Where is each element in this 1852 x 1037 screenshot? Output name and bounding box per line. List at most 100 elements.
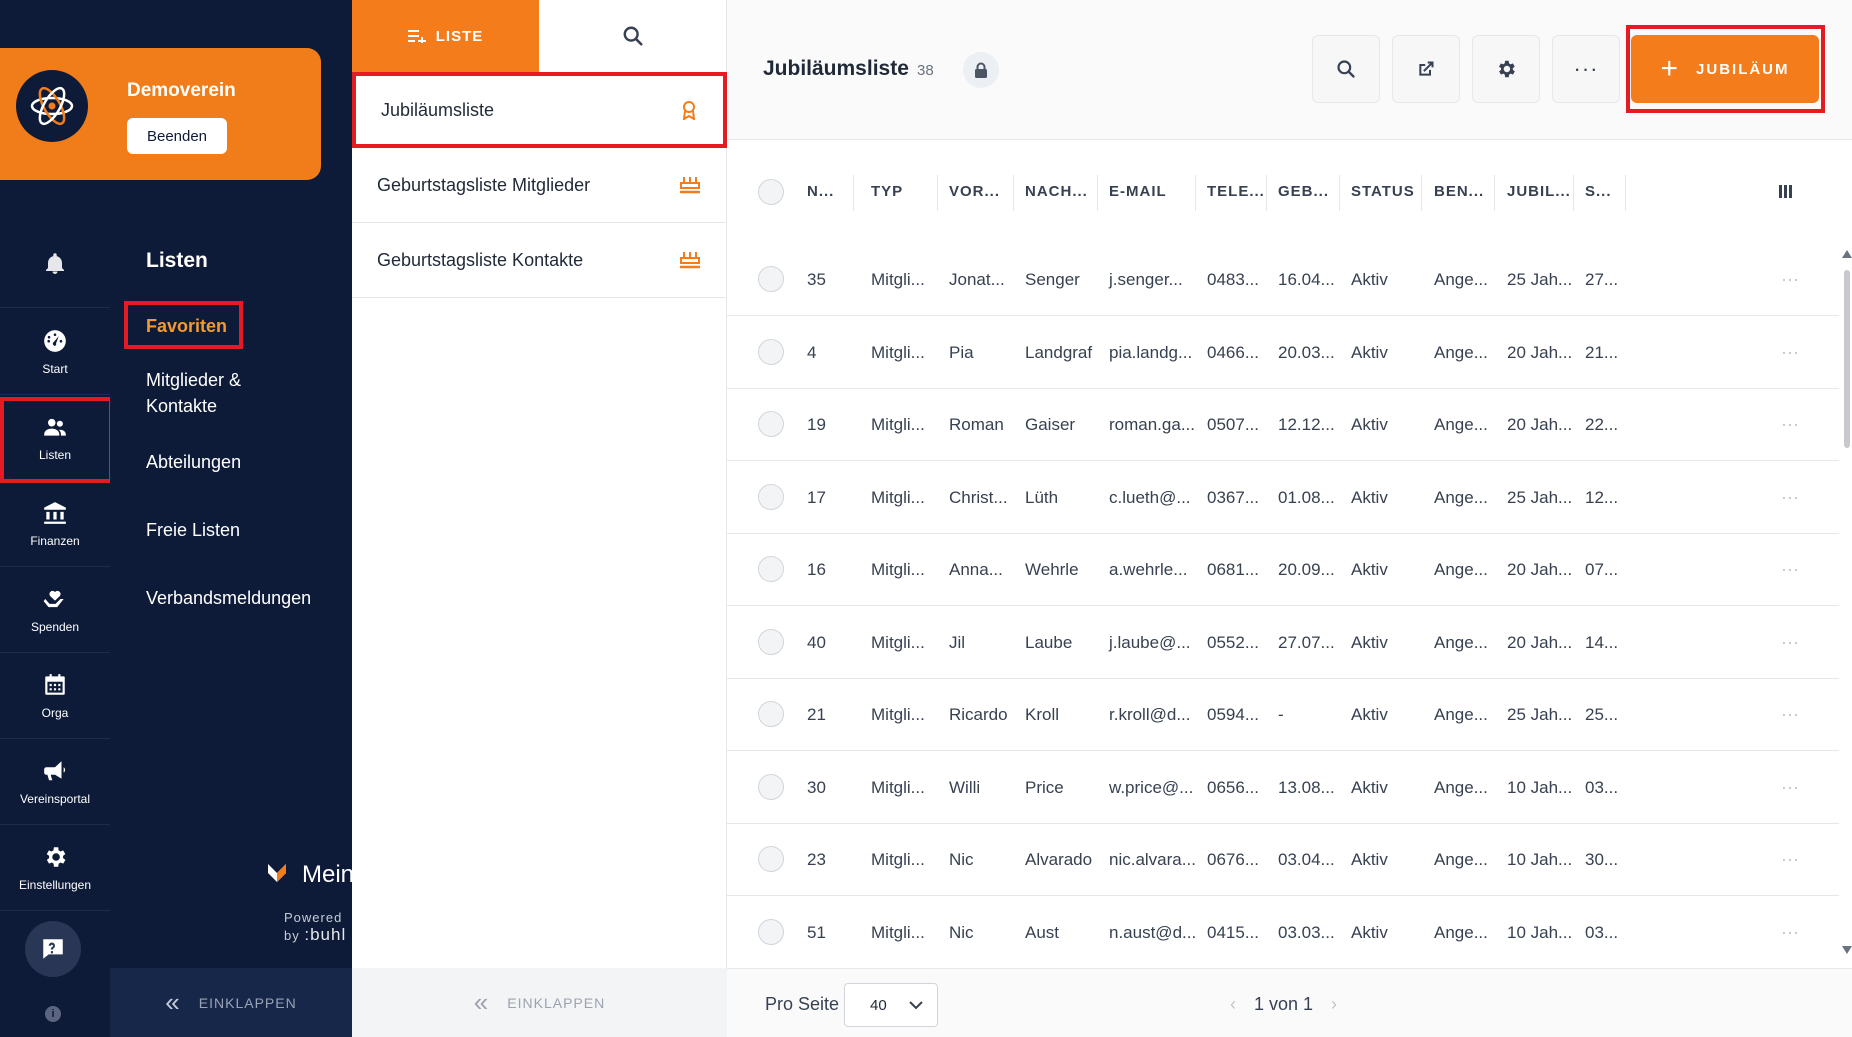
cell-benachrichtigung: Ange... (1434, 560, 1488, 579)
table-row[interactable]: 21 Mitgli... Ricardo Kroll r.kroll@d... 0594.… (727, 678, 1839, 751)
row-select-checkbox[interactable] (758, 846, 784, 872)
row-more-icon[interactable]: ⋯ (1781, 415, 1800, 436)
row-more-icon[interactable]: ⋯ (1781, 778, 1800, 799)
header-col-typ[interactable]: TYP (871, 183, 903, 200)
column-separator[interactable] (1339, 175, 1340, 211)
list-item-jubilaeumsliste[interactable]: Jubiläumsliste (352, 72, 727, 148)
end-button[interactable]: Beenden (127, 118, 227, 154)
nav-item-abteilungen[interactable]: Abteilungen (146, 449, 241, 475)
row-select-checkbox[interactable] (758, 483, 784, 510)
column-separator[interactable] (853, 175, 854, 211)
column-separator[interactable] (1494, 175, 1495, 211)
scroll-thumb[interactable] (1844, 270, 1850, 448)
rail-item-spenden[interactable]: Spenden (0, 567, 110, 653)
scroll-down-arrow[interactable] (1842, 946, 1852, 954)
info-icon[interactable]: i (45, 1006, 61, 1022)
column-separator[interactable] (1421, 175, 1422, 211)
row-select-checkbox[interactable] (758, 338, 784, 365)
nav-item-verbandsmeldungen[interactable]: Verbandsmeldungen (146, 585, 311, 611)
per-page-select[interactable]: 40 (844, 983, 938, 1027)
row-more-icon[interactable]: ⋯ (1781, 705, 1800, 726)
header-col-jubilaeum[interactable]: JUBIL... (1507, 183, 1571, 200)
rail-item-einstellungen[interactable]: Einstellungen (0, 825, 110, 911)
row-more-icon[interactable]: ⋯ (1781, 488, 1800, 509)
row-more-icon[interactable]: ⋯ (1781, 633, 1800, 654)
rail-item-start[interactable]: Start (0, 309, 110, 395)
list-item-geburtstagsliste-mitglieder[interactable]: Geburtstagsliste Mitglieder (352, 148, 727, 223)
header-col-s[interactable]: S... (1585, 183, 1612, 200)
cell-status: Aktiv (1351, 487, 1388, 507)
header-col-geburtstag[interactable]: GEB... (1278, 183, 1329, 200)
lock-button[interactable] (963, 52, 999, 88)
list-item-geburtstagsliste-kontakte[interactable]: Geburtstagsliste Kontakte (352, 223, 727, 298)
per-page-value: 40 (870, 996, 887, 1014)
select-all-checkbox[interactable] (758, 179, 784, 205)
settings-button[interactable] (1472, 35, 1540, 103)
column-separator[interactable] (1097, 175, 1098, 211)
columns-icon[interactable] (1779, 185, 1792, 198)
row-more-icon[interactable]: ⋯ (1781, 343, 1800, 364)
header-col-benachrichtigung[interactable]: BEN... (1434, 183, 1484, 200)
row-select-checkbox[interactable] (758, 773, 784, 800)
nav-item-mitglieder-kontakte[interactable]: Mitglieder & Kontakte (146, 367, 241, 419)
rail-item-finanzen[interactable]: Finanzen (0, 481, 110, 567)
cell-telefon: 0466... (1207, 342, 1259, 362)
table-row[interactable]: 19 Mitgli... Roman Gaiser roman.ga... 0507...… (727, 388, 1839, 461)
table-row[interactable]: 17 Mitgli... Christ... Lüth c.lueth@... 0367.… (727, 461, 1839, 534)
row-select-checkbox[interactable] (758, 411, 784, 437)
table-row[interactable]: 51 Mitgli... Nic Aust n.aust@d... 0415... 03.0… (727, 896, 1839, 969)
header-col-nr[interactable]: N... (807, 183, 834, 200)
scroll-up-arrow[interactable] (1842, 250, 1852, 258)
cell-telefon: 0552... (1207, 632, 1259, 652)
row-select-checkbox[interactable] (758, 918, 784, 945)
cell-email: j.laube@... (1109, 632, 1191, 652)
search-icon (1337, 60, 1355, 78)
column-separator[interactable] (1573, 175, 1574, 211)
export-button[interactable] (1392, 35, 1460, 103)
search-button[interactable] (1312, 35, 1380, 103)
nav-collapse-button[interactable]: « EINKLAPPEN (110, 968, 352, 1037)
nav-item-freie-listen[interactable]: Freie Listen (146, 517, 240, 543)
column-separator[interactable] (1625, 175, 1626, 211)
column-separator[interactable] (1266, 175, 1267, 211)
row-select-checkbox[interactable] (758, 556, 784, 582)
rail-label-finanzen: Finanzen (30, 533, 80, 548)
row-select-checkbox[interactable] (758, 701, 784, 727)
table-row[interactable]: 4 Mitgli... Pia Landgraf pia.landg... 0466...… (727, 316, 1839, 389)
row-select-checkbox[interactable] (758, 628, 784, 655)
header-col-email[interactable]: E-MAIL (1109, 183, 1167, 200)
rail-item-orga[interactable]: Orga (0, 653, 110, 739)
row-more-icon[interactable]: ⋯ (1781, 270, 1800, 291)
row-more-icon[interactable]: ⋯ (1781, 560, 1800, 581)
table-row[interactable]: 30 Mitgli... Willi Price w.price@... 0656... 1… (727, 751, 1839, 824)
lists-collapse-button[interactable]: « EINKLAPPEN (352, 968, 727, 1037)
row-more-icon[interactable]: ⋯ (1781, 923, 1800, 944)
table-row[interactable]: 23 Mitgli... Nic Alvarado nic.alvara... 0676.… (727, 823, 1839, 896)
nav-collapse-label: EINKLAPPEN (198, 994, 297, 1011)
next-page-icon[interactable]: › (1331, 994, 1337, 1015)
row-select-checkbox[interactable] (758, 266, 784, 292)
tab-search[interactable] (539, 0, 727, 72)
prev-page-icon[interactable]: ‹ (1230, 994, 1236, 1015)
column-separator[interactable] (937, 175, 938, 211)
cell-nachname: Laube (1025, 632, 1073, 652)
table-row[interactable]: 16 Mitgli... Anna... Wehrle a.wehrle... 0681.… (727, 533, 1839, 606)
more-options-button[interactable]: ··· (1552, 35, 1620, 103)
cell-geburtstag: - (1278, 705, 1284, 724)
scrollbar[interactable] (1841, 250, 1852, 968)
column-separator[interactable] (1195, 175, 1196, 211)
header-col-nachname[interactable]: NACH... (1025, 183, 1088, 200)
lists-collapse-label: EINKLAPPEN (507, 994, 606, 1011)
notifications-button[interactable] (0, 220, 110, 308)
row-more-icon[interactable]: ⋯ (1781, 850, 1800, 871)
table-row[interactable]: 35 Mitgli... Jonat... Senger j.senger... 0483… (727, 243, 1839, 316)
search-icon (623, 26, 643, 46)
column-separator[interactable] (1013, 175, 1014, 211)
header-col-telefon[interactable]: TELE... (1207, 183, 1265, 200)
table-row[interactable]: 40 Mitgli... Jil Laube j.laube@... 0552... 27.… (727, 606, 1839, 679)
help-button[interactable] (25, 921, 81, 977)
header-col-vorname[interactable]: VOR... (949, 183, 1000, 200)
header-col-status[interactable]: STATUS (1351, 183, 1415, 200)
rail-item-vereinsportal[interactable]: Vereinsportal (0, 739, 110, 825)
tab-liste[interactable]: LISTE (352, 0, 539, 72)
